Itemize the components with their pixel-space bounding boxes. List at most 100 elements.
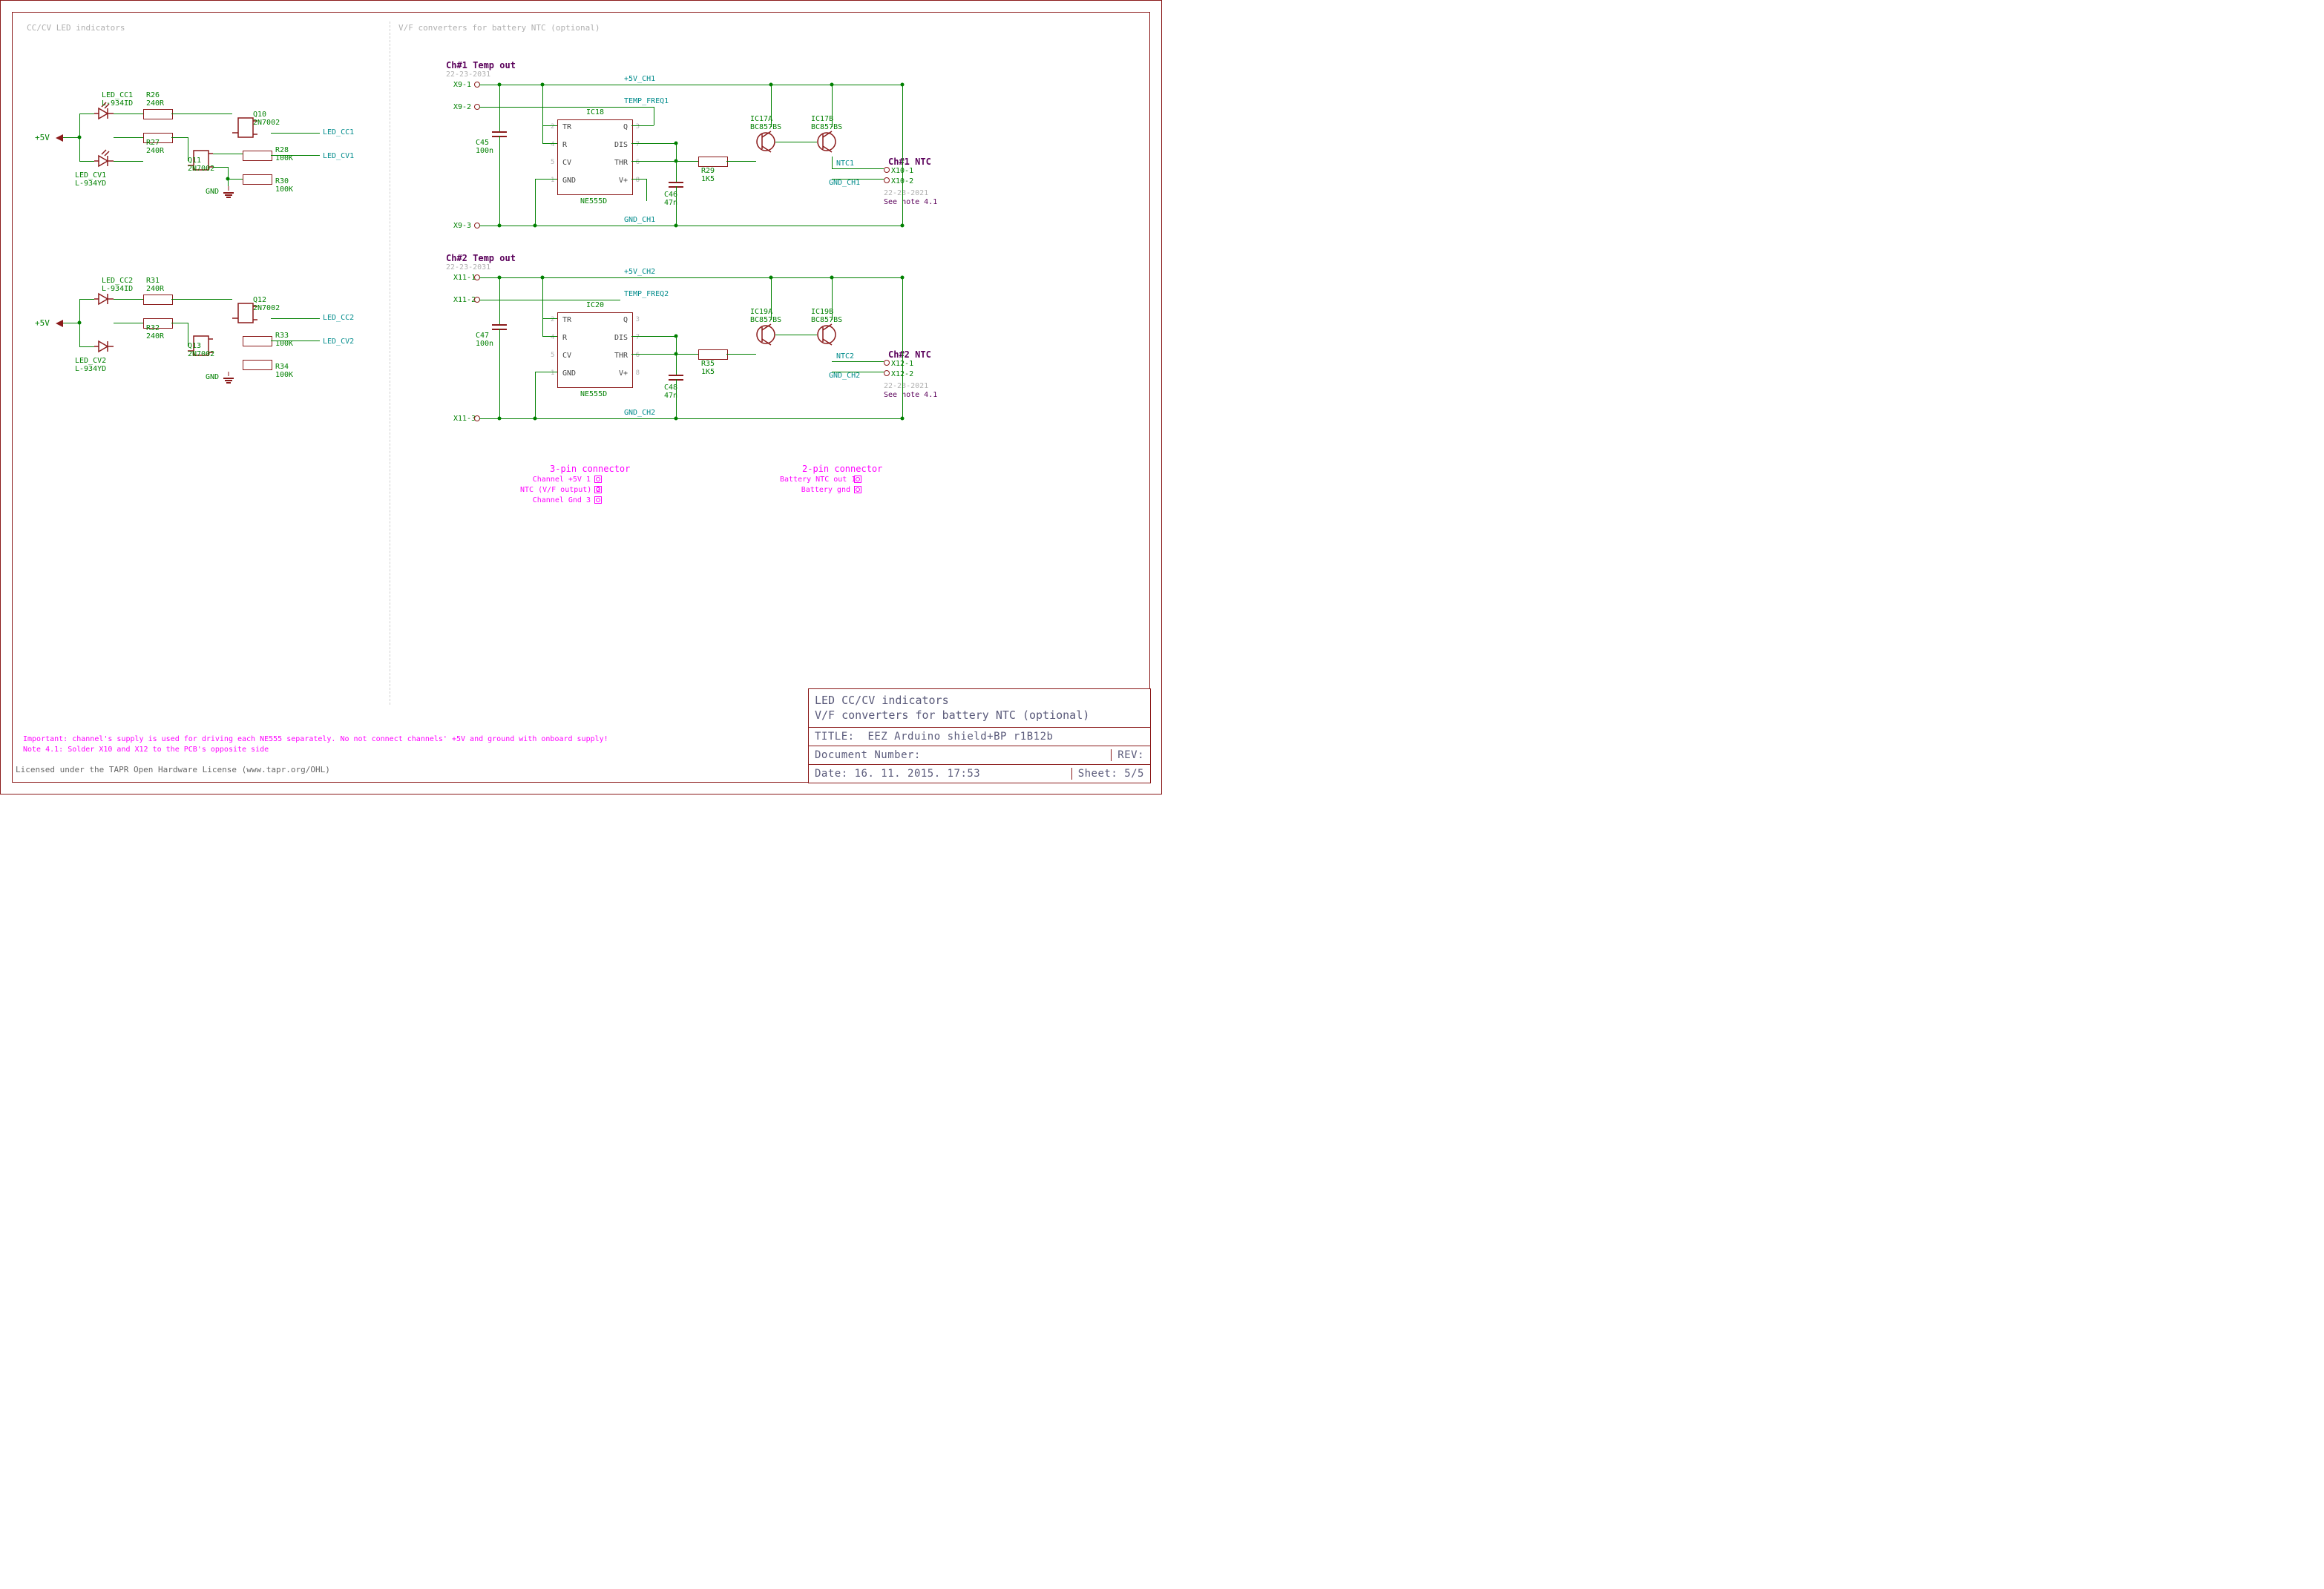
q13-name: Q13 <box>188 342 201 350</box>
ic17a-part: BC857BS <box>750 123 781 131</box>
pin-gnd: GND <box>562 369 576 378</box>
led-cc1-part: L-934ID <box>102 99 133 108</box>
x9-1: X9-1 <box>453 81 471 89</box>
tb-line1: LED CC/CV indicators <box>815 694 1144 708</box>
pin-vplus: V+ <box>619 177 628 185</box>
ic17b-name: IC17B <box>811 115 833 123</box>
c46-val: 47n <box>664 199 677 207</box>
q12-part: 2N7002 <box>253 304 280 312</box>
led-cc2-part: L-934ID <box>102 285 133 293</box>
led-cv2-name: LED_CV2 <box>75 357 106 365</box>
r26-name: R26 <box>146 91 160 99</box>
note-important: Important: channel's supply is used for … <box>23 735 608 743</box>
tb-sheet: 5/5 <box>1124 768 1144 780</box>
ic19b-name: IC19B <box>811 308 833 316</box>
ic20: IC20 NE555D 2TR 3Q 4R 7DIS 5CV 6THR 1GND… <box>557 312 633 388</box>
ch1-conn: 22-23-2031 <box>446 70 490 79</box>
pin-gnd: GND <box>562 177 576 185</box>
r30-name: R30 <box>275 177 289 185</box>
ch2-ntc-conn: 22-23-2021 <box>884 382 928 390</box>
net-gndch2-2: GND_CH2 <box>829 372 860 380</box>
arrow-icon <box>56 134 63 142</box>
note-41-ref2: See note 4.1 <box>884 391 937 399</box>
r31-val: 240R <box>146 285 164 293</box>
cc-cv-block-2: +5V LED_CC2 L-934ID R31 240R LED_CV2 L-9… <box>1 186 390 379</box>
led-cv1 <box>94 153 114 169</box>
r27-name: R27 <box>146 139 160 147</box>
r29-name: R29 <box>701 167 715 175</box>
pin-dis: DIS <box>614 334 628 342</box>
ic20-part: NE555D <box>580 390 607 398</box>
r34-name: R34 <box>275 363 289 371</box>
q10-part: 2N7002 <box>253 119 280 127</box>
tb-title: EEZ Arduino shield+BP r1B12b <box>867 731 1053 743</box>
ic20-name: IC20 <box>586 301 604 309</box>
legend3-title: 3-pin connector <box>550 464 630 474</box>
r28 <box>243 151 272 161</box>
tb-rev-lbl: REV: <box>1117 749 1144 761</box>
ic19a-name: IC19A <box>750 308 772 316</box>
ch2-conn: 22-23-2031 <box>446 263 490 272</box>
r30 <box>243 174 272 185</box>
ic19b-part: BC857BS <box>811 316 842 324</box>
x11-3: X11-3 <box>453 415 476 423</box>
led-cc2 <box>94 291 114 307</box>
q11-name: Q11 <box>188 157 201 165</box>
net-gnd-ch1: GND_CH1 <box>624 216 655 224</box>
q10-name: Q10 <box>253 111 266 119</box>
net-tempfreq2: TEMP_FREQ2 <box>624 290 669 298</box>
r35-name: R35 <box>701 360 715 368</box>
r31 <box>143 295 173 305</box>
pin-r: R <box>562 141 567 149</box>
ic18-part: NE555D <box>580 197 607 205</box>
vf-block-2: Ch#2 Temp out 22-23-2031 X11-1 X11-2 X11… <box>401 253 936 431</box>
net-ntc2: NTC2 <box>836 352 854 361</box>
ch2-ntc: Ch#2 NTC <box>888 349 931 360</box>
net-led-cc1: LED_CC1 <box>323 128 354 136</box>
net-gnd-ch2: GND_CH2 <box>624 409 655 417</box>
q13-part: 2N7002 <box>188 350 214 358</box>
rail-5v-2: +5V <box>35 318 50 328</box>
tb-sheet-lbl: Sheet: <box>1078 768 1118 780</box>
net-led-cc2: LED_CC2 <box>323 314 354 322</box>
ch2-temp-out: Ch#2 Temp out <box>446 253 516 263</box>
net-gndch1-2: GND_CH1 <box>829 179 860 187</box>
title-block: LED CC/CV indicators V/F converters for … <box>808 688 1151 783</box>
pin-tr: TR <box>562 123 571 131</box>
gnd-icon-2 <box>223 372 234 379</box>
tb-docnum-lbl: Document Number: <box>815 749 921 761</box>
r27-val: 240R <box>146 147 164 155</box>
vf-block-1: Ch#1 Temp out 22-23-2031 X9-1 X9-2 X9-3 … <box>401 60 936 238</box>
license-text: Licensed under the TAPR Open Hardware Li… <box>16 765 330 774</box>
pin-tr: TR <box>562 316 571 324</box>
c46-name: C46 <box>664 191 677 199</box>
led-cv1-name: LED_CV1 <box>75 171 106 180</box>
net-5v-ch2: +5V_CH2 <box>624 268 655 276</box>
r35-val: 1K5 <box>701 368 715 376</box>
c48-val: 47n <box>664 392 677 400</box>
ch1-ntc: Ch#1 NTC <box>888 157 931 167</box>
section-title-right: V/F converters for battery NTC (optional… <box>398 23 600 33</box>
ch1-temp-out: Ch#1 Temp out <box>446 60 516 70</box>
r32-val: 240R <box>146 332 164 340</box>
note-41-ref1: See note 4.1 <box>884 198 937 206</box>
gnd-label-2: GND <box>206 373 219 381</box>
cc-cv-block-1: +5V LED_CC1 L-934ID R26 240R LED_CV1 <box>1 1 390 194</box>
ic18-name: IC18 <box>586 108 604 116</box>
r28-name: R28 <box>275 146 289 154</box>
pin-r: R <box>562 334 567 342</box>
ic19a-part: BC857BS <box>750 316 781 324</box>
legend3-row2: NTC (V/F output) 2 <box>520 486 591 494</box>
r34 <box>243 360 272 370</box>
led-cc2-name: LED_CC2 <box>102 277 133 285</box>
pin-thr: THR <box>614 352 628 360</box>
q11-part: 2N7002 <box>188 165 214 173</box>
net-tempfreq1: TEMP_FREQ1 <box>624 97 669 105</box>
schematic-sheet: CC/CV LED indicators V/F converters for … <box>0 0 1162 794</box>
r33 <box>243 336 272 346</box>
q12-name: Q12 <box>253 296 266 304</box>
pin-q: Q <box>623 123 628 131</box>
rail-5v: +5V <box>35 133 50 142</box>
led-cc1 <box>94 105 114 122</box>
c47-val: 100n <box>476 340 493 348</box>
